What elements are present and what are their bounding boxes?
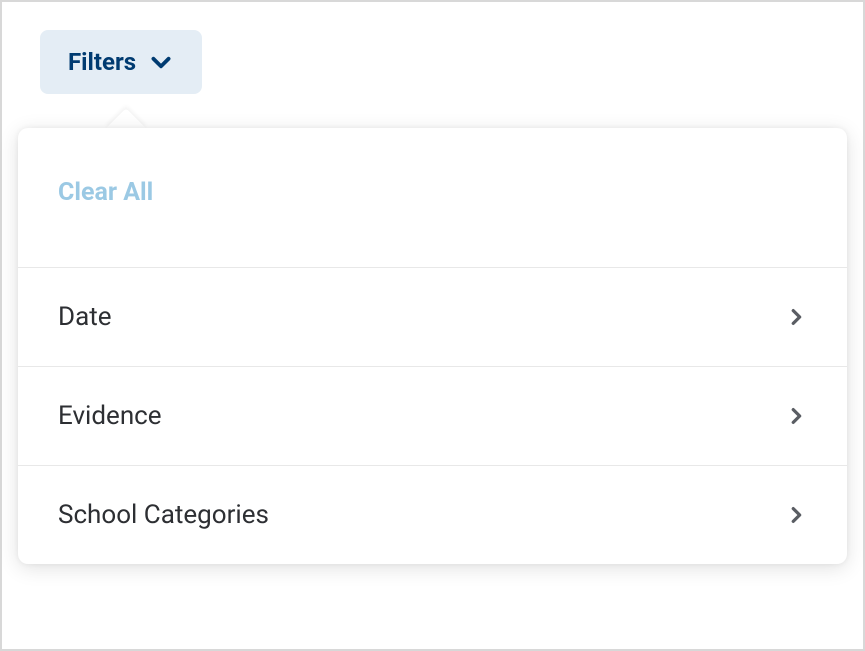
filter-item-school-categories[interactable]: School Categories	[18, 466, 847, 564]
chevron-right-icon	[785, 306, 807, 328]
chevron-right-icon	[785, 504, 807, 526]
chevron-down-icon	[148, 49, 174, 75]
popover-body: Clear All Date Evidence School Categorie…	[18, 128, 847, 564]
filters-button[interactable]: Filters	[40, 30, 202, 94]
filters-button-label: Filters	[68, 48, 136, 76]
filters-popover: Clear All Date Evidence School Categorie…	[18, 128, 847, 564]
chevron-right-icon	[785, 405, 807, 427]
filter-item-evidence[interactable]: Evidence	[18, 367, 847, 466]
filter-item-label: Evidence	[58, 401, 162, 431]
filter-item-label: Date	[58, 302, 112, 332]
filter-item-date[interactable]: Date	[18, 268, 847, 367]
filter-item-label: School Categories	[58, 500, 269, 530]
clear-all-button[interactable]: Clear All	[58, 178, 153, 207]
clear-all-section: Clear All	[18, 128, 847, 268]
